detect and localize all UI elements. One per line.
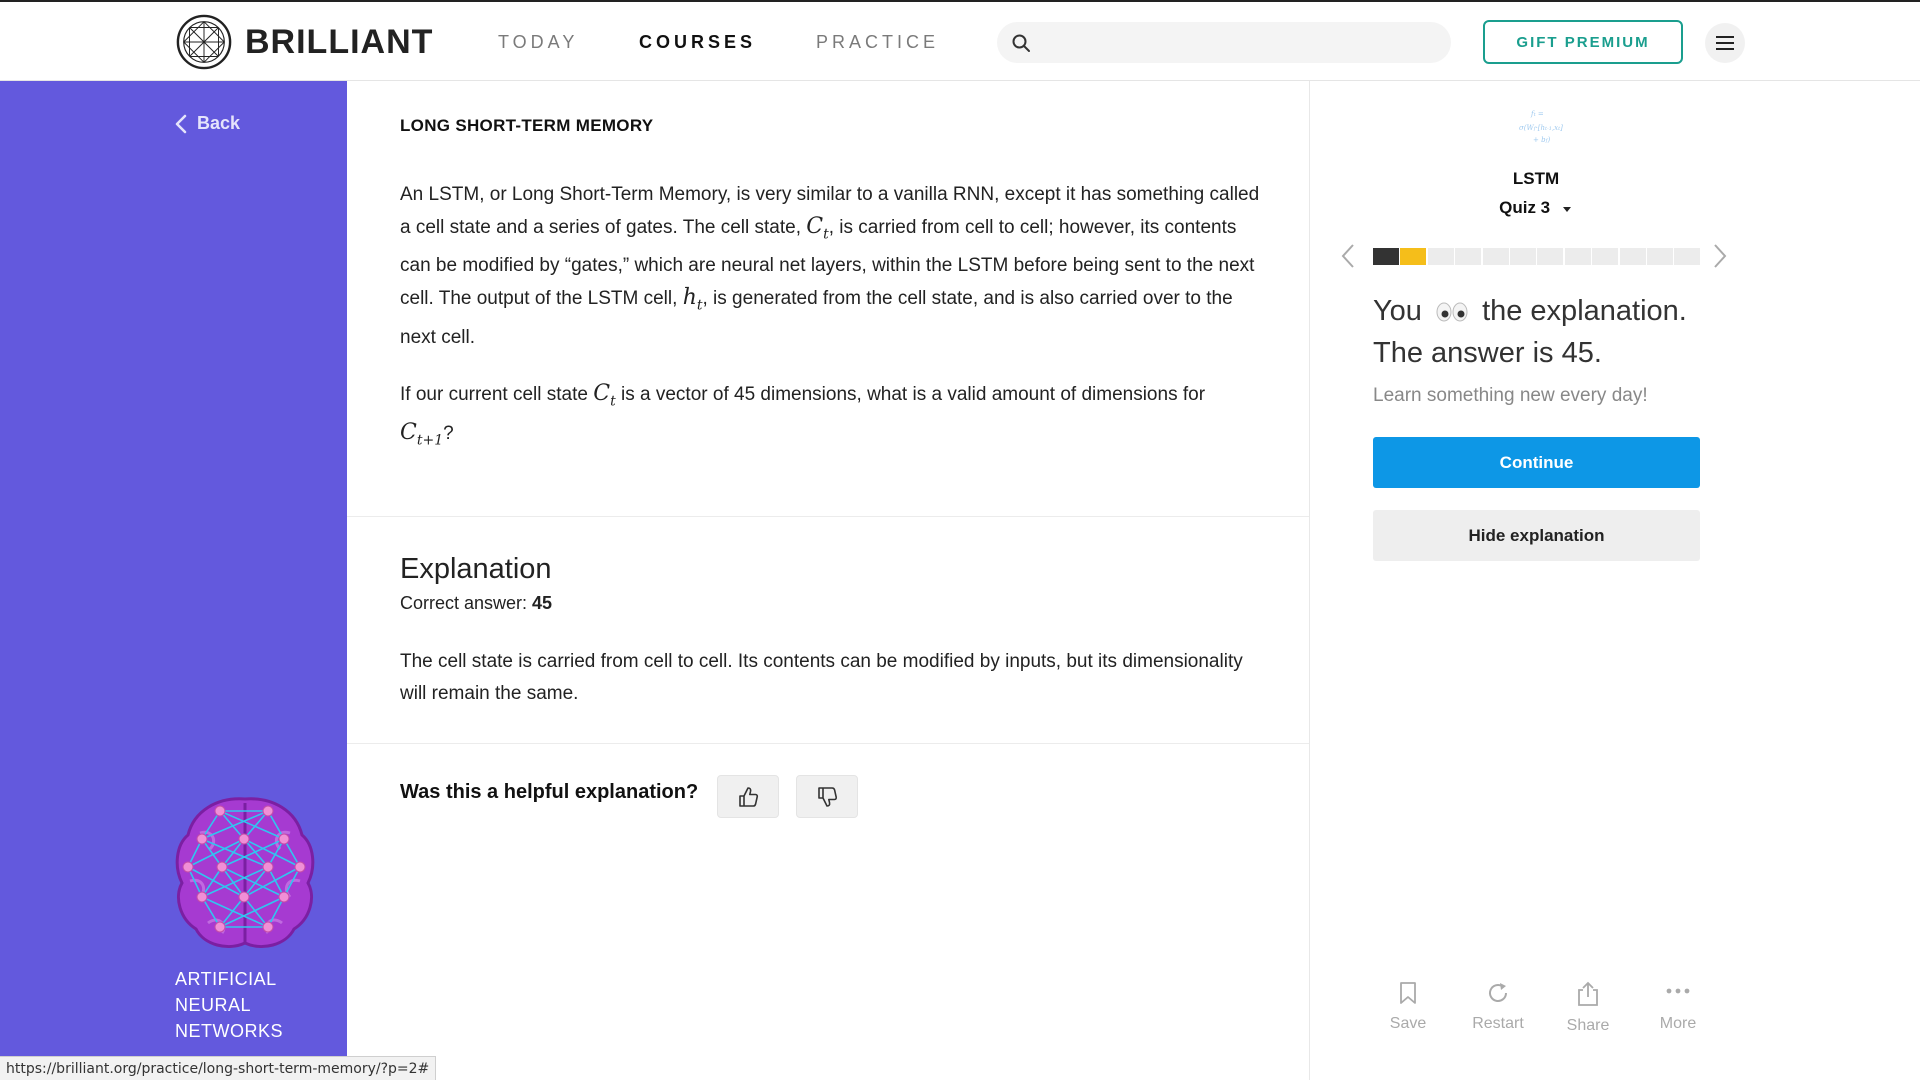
tagline: Learn something new every day! (1373, 385, 1648, 406)
gift-premium-button[interactable]: GIFT PREMIUM (1483, 20, 1683, 64)
caret-down-icon (1562, 206, 1571, 212)
result-you: You (1373, 295, 1422, 327)
continue-button[interactable]: Continue (1373, 437, 1700, 488)
divider (347, 516, 1309, 517)
top-nav-bar: BRILLIANT TODAY COURSES PRACTICE GIFT PR… (0, 0, 1920, 81)
math-c-t: Ct (593, 380, 616, 410)
math-c-t: Ct (806, 214, 829, 243)
browser-status-url: https://brilliant.org/practice/long-shor… (0, 1056, 437, 1080)
progress-segment-done[interactable] (1373, 248, 1399, 265)
progress-segment[interactable] (1427, 248, 1454, 265)
math-h-t: ht (682, 285, 703, 314)
svg-text:+ bf): + bf) (1533, 136, 1550, 144)
restart-label: Restart (1472, 1015, 1524, 1032)
progress-segment-current[interactable] (1400, 248, 1427, 265)
save-button[interactable]: Save (1373, 981, 1443, 1035)
logo-text: BRILLIANT (245, 22, 434, 61)
result-rest: the explanation. (1482, 295, 1687, 327)
chevron-left-icon (175, 114, 187, 133)
course-sidebar: Back ARTIFICIAL NEURAL NETWORKS (0, 81, 347, 1056)
text-span: is a vector of 45 dimensions, what is a … (615, 383, 1206, 405)
hide-explanation-button[interactable]: Hide explanation (1373, 510, 1700, 561)
answer-message: The answer is 45. (1373, 337, 1602, 369)
explanation-title: Explanation (400, 553, 552, 585)
problem-title: LONG SHORT-TERM MEMORY (400, 116, 654, 135)
quiz-label: Quiz 3 (1499, 198, 1551, 217)
progress-segment[interactable] (1455, 248, 1482, 265)
progress-segment[interactable] (1537, 248, 1564, 265)
bookmark-icon (1400, 982, 1416, 1004)
quiz-actions: Save Restart Share More (1373, 981, 1713, 1035)
back-link[interactable]: Back (175, 113, 240, 134)
svg-text:ft =: ft = (1530, 110, 1544, 118)
text-span: ? (443, 423, 454, 445)
share-label: Share (1566, 1017, 1610, 1034)
nav-courses[interactable]: COURSES (639, 2, 756, 83)
problem-content: LONG SHORT-TERM MEMORY An LSTM, or Long … (347, 81, 1310, 1080)
course-name-line: NETWORKS (175, 1021, 284, 1041)
progress-segment[interactable] (1509, 248, 1536, 265)
progress-segment[interactable] (1564, 248, 1591, 265)
explanation-text: The cell state is carried from cell to c… (400, 651, 1243, 704)
answer-value: 45 (532, 593, 553, 613)
progress-segment[interactable] (1592, 248, 1619, 265)
course-name[interactable]: ARTIFICIAL NEURAL NETWORKS (175, 966, 335, 1044)
thumbs-down-icon (818, 786, 838, 807)
course-name-line: ARTIFICIAL (175, 969, 277, 989)
hamburger-icon (1716, 36, 1734, 50)
save-label: Save (1389, 1015, 1427, 1032)
divider (347, 743, 1309, 744)
feedback-question: Was this a helpful explanation? (400, 781, 699, 803)
progress-segment[interactable] (1646, 248, 1673, 265)
quiz-progress-bar (1373, 248, 1702, 265)
problem-statement: An LSTM, or Long Short-Term Memory, is v… (400, 179, 1260, 481)
thumbs-up-button[interactable] (717, 775, 779, 818)
progress-segment[interactable] (1619, 248, 1646, 265)
text-span: If our current cell state (400, 383, 594, 405)
restart-button[interactable]: Restart (1463, 981, 1533, 1035)
search-input[interactable] (997, 22, 1451, 63)
nav-practice[interactable]: PRACTICE (816, 2, 939, 83)
share-button[interactable]: Share (1553, 981, 1623, 1035)
eyes-emoji-icon (1436, 302, 1468, 322)
question-paragraph: If our current cell state Ct is a vector… (400, 378, 1260, 457)
more-button[interactable]: More (1643, 981, 1713, 1035)
quiz-selector[interactable]: Quiz 3 (1311, 198, 1761, 218)
nav-today[interactable]: TODAY (498, 2, 578, 83)
quiz-thumbnail-icon: ft = σ(Wf·[ht-1,xt] + bf) (1519, 110, 1563, 144)
thumbs-down-button[interactable] (796, 775, 858, 818)
thumbs-up-icon (739, 786, 759, 807)
result-message: You the explanation. (1373, 295, 1687, 328)
menu-button[interactable] (1705, 23, 1745, 63)
progress-segment[interactable] (1674, 248, 1701, 265)
svg-text:σ(Wf·[ht-1,xt]: σ(Wf·[ht-1,xt] (1519, 124, 1563, 132)
brain-network-icon (175, 797, 315, 948)
search-icon (1012, 34, 1030, 52)
math-c-t-plus-1: Ct+1 (400, 420, 444, 449)
progress-segment[interactable] (1482, 248, 1509, 265)
brilliant-logo-icon (176, 14, 232, 70)
quiz-panel: ft = σ(Wf·[ht-1,xt] + bf) LSTM Quiz 3 Yo… (1311, 81, 1920, 1080)
answer-label: Correct answer: (400, 593, 533, 613)
problem-paragraph: An LSTM, or Long Short-Term Memory, is v… (400, 179, 1260, 354)
more-dots-icon (1666, 988, 1690, 994)
more-label: More (1659, 1015, 1697, 1032)
chevron-right-icon[interactable] (1713, 243, 1727, 269)
quiz-course-name: LSTM (1512, 169, 1560, 188)
restart-icon (1489, 983, 1507, 1002)
correct-answer: Correct answer: 45 (400, 593, 552, 614)
brilliant-logo[interactable]: BRILLIANT (175, 12, 433, 72)
course-name-line: NEURAL (175, 995, 252, 1015)
back-label: Back (197, 113, 241, 133)
share-icon (1578, 981, 1598, 1006)
chevron-left-icon[interactable] (1341, 243, 1355, 269)
